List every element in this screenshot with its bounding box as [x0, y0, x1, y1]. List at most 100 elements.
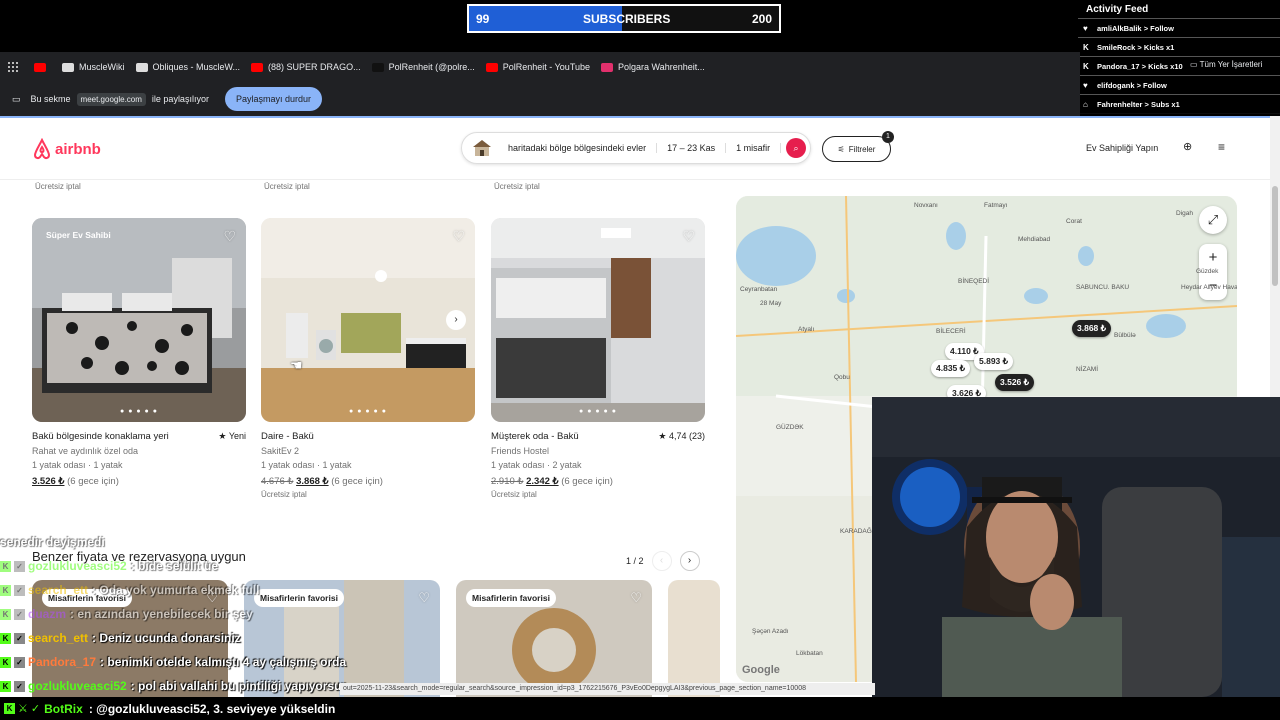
- free-cancel-prev-3: Ücretsiz iptal: [494, 182, 540, 191]
- chat-text: : benimki otelde kalmıştı 4 ay çalışmış …: [100, 655, 347, 669]
- listing-price: 2.910 ₺ 2.342 ₺ (6 gece için): [491, 476, 705, 487]
- expand-icon: ⤢: [1207, 212, 1219, 227]
- bookmark-label: Obliques - MuscleW...: [152, 62, 241, 72]
- verified-icon: ✓: [14, 608, 25, 620]
- listing-card[interactable]: ♡ ● ● ● ● ● Müşterek oda - Bakü ★ 4,74 (2…: [491, 218, 705, 499]
- next-photo-button[interactable]: ›: [446, 310, 466, 330]
- bookmark-item[interactable]: Obliques - MuscleW...: [135, 62, 241, 72]
- free-cancel-prev-2: Ücretsiz iptal: [264, 182, 310, 191]
- stream-screen: 99 SUBSCRIBERS 200 Activity Feed ♥ amliAl…: [0, 0, 1280, 720]
- search-dates[interactable]: 17 – 23 Kas: [657, 143, 727, 153]
- listing-photo[interactable]: ♡ ● ● ● ● ●: [491, 218, 705, 422]
- tab-sharing-bar: ▭ Bu sekme meet.google.com ile paylaşılı…: [0, 82, 1080, 116]
- activity-feed-item: ♥ amliAlkBalik > Follow: [1078, 18, 1280, 37]
- all-bookmarks-link[interactable]: ▭ Tüm Yer İşaretleri: [1190, 60, 1262, 69]
- listing-photo[interactable]: Süper Ev Sahibi ♡ ● ● ● ● ●: [32, 218, 246, 422]
- map-place-label: Lökbatan: [796, 650, 823, 657]
- superhost-badge: Süper Ev Sahibi: [46, 230, 111, 240]
- airbnb-header: airbnb haritadaki bölge bölgesindeki evl…: [0, 118, 1270, 180]
- kick-icon: K: [0, 608, 11, 620]
- map-place-label: BİLECERİ: [936, 328, 966, 335]
- chat-username[interactable]: Pandora_17: [28, 655, 96, 669]
- bookmark-item[interactable]: (88) SUPER DRAGO...: [251, 62, 361, 72]
- map-place-label: Fatmayı: [984, 202, 1008, 209]
- verified-icon: ✓: [14, 584, 25, 596]
- chat-username[interactable]: search_ett: [28, 631, 88, 645]
- filters-button[interactable]: ⚟ Filtreler 1: [822, 131, 894, 162]
- listing-beds: 1 yatak odası · 2 yatak: [491, 460, 582, 470]
- bookmark-item[interactable]: PolRenheit - YouTube: [485, 62, 590, 72]
- listing-rating: ★ Yeni: [218, 431, 246, 441]
- google-logo: Google: [742, 664, 780, 676]
- map-place-label: Qobu: [834, 374, 850, 381]
- search-guests[interactable]: 1 misafir: [726, 143, 782, 153]
- listing-period: (6 gece için): [331, 476, 383, 487]
- kick-icon: K: [0, 656, 11, 668]
- chat-username[interactable]: gozlukluveasci52: [28, 559, 127, 573]
- listing-current-price: 2.342 ₺: [526, 476, 559, 487]
- map-price-pin[interactable]: 5.893 ₺: [974, 353, 1014, 370]
- map-place-label: Bülbülə: [1114, 332, 1136, 339]
- chat-username[interactable]: search_ett: [28, 583, 88, 597]
- airbnb-logo[interactable]: airbnb: [32, 138, 101, 160]
- listing-card[interactable]: Süper Ev Sahibi ♡ ● ● ● ● ● Bakü bölgesi…: [32, 218, 246, 487]
- menu-icon[interactable]: ≡: [1218, 140, 1225, 154]
- map-place-label: Atyalı: [798, 326, 815, 333]
- map-place-label: SABUNCU. BAKU: [1076, 284, 1130, 291]
- activity-feed-item: K SmileRock > Kicks x1: [1078, 37, 1280, 56]
- chat-message: K ✓ gozlukluveasci52: bide selülit üe: [0, 554, 700, 578]
- kick-icon: K: [1083, 42, 1089, 52]
- activity-feed-text: Pandora_17 > Kicks x10: [1097, 61, 1183, 71]
- activity-feed-title: Activity Feed: [1086, 4, 1149, 15]
- hostel-photo: [491, 218, 705, 422]
- map-place-label: GÜZDƏK: [776, 424, 804, 431]
- bookmarks-bar: MuscleWiki Obliques - MuscleW... (88) SUPE…: [0, 52, 1080, 82]
- map-place-label: NİZAMİ: [1076, 366, 1099, 373]
- wishlist-heart-icon[interactable]: ♡: [223, 228, 236, 245]
- search-button[interactable]: ⌕: [786, 138, 806, 158]
- chat-username[interactable]: duazm: [28, 607, 66, 621]
- subscriber-goal-target: 200: [751, 12, 772, 26]
- map-place-label: 28 May: [760, 300, 782, 307]
- filters-count-badge: 1: [882, 131, 894, 143]
- become-host-link[interactable]: Ev Sahipliği Yapın: [1086, 143, 1158, 153]
- listing-subtitle: SakitEv 2: [261, 446, 300, 456]
- mouse-pointer-icon: ☚: [290, 357, 303, 373]
- scrollbar-thumb[interactable]: [1272, 186, 1278, 286]
- map-place-label: Heydar Aliyev Hava Limanı: [1181, 284, 1237, 291]
- fullscreen-map-button[interactable]: ⤢: [1199, 206, 1227, 234]
- listing-photo[interactable]: ♡ › ● ● ● ● ●: [261, 218, 475, 422]
- bookmark-favicon-icon: [62, 62, 74, 72]
- bookmark-item[interactable]: MuscleWiki: [62, 62, 125, 72]
- listing-beds: 1 yatak odası · 1 yatak: [261, 460, 352, 470]
- wishlist-heart-icon[interactable]: ♡: [682, 228, 695, 245]
- search-bar[interactable]: haritadaki bölge bölgesindeki evler 17 –…: [461, 132, 811, 164]
- chat-message: K ✓ Pandora_17: benimki otelde kalmıştı 4 …: [0, 650, 700, 674]
- bookmark-item[interactable]: PolRenheit (@polre...: [371, 62, 475, 72]
- globe-icon[interactable]: ⊕: [1183, 140, 1192, 153]
- chat-text: : Oda yok yumurta ekmek full: [92, 583, 260, 597]
- map-price-pin[interactable]: 3.526 ₺: [995, 374, 1035, 391]
- listing-current-price: 3.526 ₺: [32, 476, 65, 487]
- bookmark-item[interactable]: Polgara Wahrenheit...: [601, 62, 705, 72]
- search-icon: ⌕: [793, 143, 799, 153]
- bookmark-item[interactable]: [34, 62, 51, 72]
- wishlist-heart-icon[interactable]: ♡: [452, 228, 465, 245]
- map-price-pin[interactable]: 4.835 ₺: [931, 360, 971, 377]
- search-location[interactable]: haritadaki bölge bölgesindeki evler: [498, 143, 658, 153]
- screen-share-icon: ▭: [12, 93, 21, 104]
- chat-username[interactable]: gozlukluveasci52: [28, 679, 127, 693]
- filters-icon: ⚟: [837, 144, 845, 154]
- map-place-label: Corat: [1066, 218, 1082, 225]
- verified-icon: ✓: [14, 680, 25, 692]
- activity-feed-text: amliAlkBalik > Follow: [1097, 23, 1174, 33]
- listing-title: Bakü bölgesinde konaklama yeri: [32, 431, 169, 442]
- stop-sharing-button[interactable]: Paylaşmayı durdur: [224, 87, 322, 111]
- map-price-pin[interactable]: 3.868 ₺: [1072, 320, 1112, 337]
- folder-icon: ▭: [1190, 60, 1200, 69]
- apps-grid-icon[interactable]: [8, 62, 18, 72]
- bookmark-label: PolRenheit - YouTube: [502, 62, 590, 72]
- chat-message: K ✓ search_ett: Deniz ucunda donarsiniz: [0, 626, 700, 650]
- listing-old-price: 4.676 ₺: [261, 476, 294, 487]
- map-place-label: Mehdiabad: [1018, 236, 1051, 243]
